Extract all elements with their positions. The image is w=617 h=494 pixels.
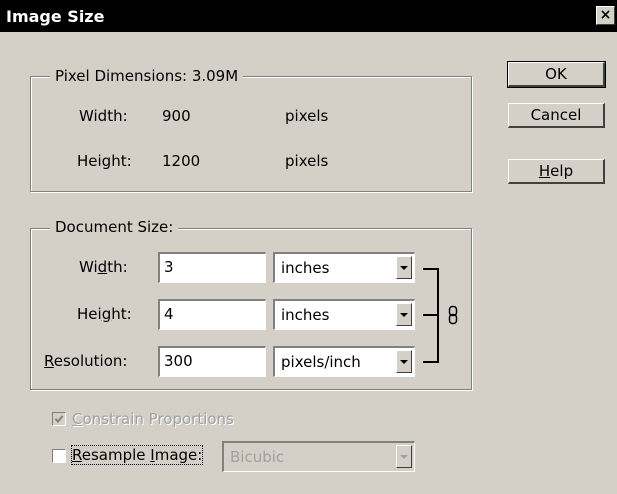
resolution-label: Resolution: [44,352,128,370]
help-button[interactable]: Help [508,159,605,184]
doc-width-unit-select[interactable]: inches [273,252,415,283]
resolution-input[interactable]: 300 [158,346,266,377]
constrain-proportions-label: Constrain Proportions [72,410,234,428]
doc-width-unit-value: inches [281,259,330,277]
doc-height-unit-value: inches [281,306,330,324]
doc-width-input[interactable]: 3 [158,252,266,283]
close-button[interactable]: × [596,6,615,25]
pixel-dimensions-group [30,76,472,192]
resample-image-label: Resample Image: [70,445,204,465]
link-chain-icon [448,305,458,325]
pixel-dimensions-legend: Pixel Dimensions: 3.09M [50,67,244,85]
link-bracket-middle [423,314,439,316]
pixel-width-value: 900 [162,107,191,125]
chevron-down-icon[interactable] [396,256,412,279]
resample-method-value: Bicubic [230,448,285,466]
pixel-height-label: Height: [77,152,132,170]
pixel-height-unit: pixels [285,152,329,170]
doc-height-input[interactable]: 4 [158,299,266,330]
doc-width-label: Width: [79,258,128,276]
document-size-legend: Document Size: [50,218,179,236]
title-bar[interactable]: Image Size × [0,0,617,32]
chevron-down-icon[interactable] [396,303,412,326]
resample-image-checkbox[interactable] [52,449,66,463]
window-title: Image Size [6,7,105,26]
pixel-width-label: Width: [79,107,128,125]
resolution-unit-select[interactable]: pixels/inch [273,346,415,377]
pixel-height-value: 1200 [162,152,201,170]
chevron-down-icon[interactable] [396,350,412,373]
ok-button[interactable]: OK [507,61,606,88]
doc-height-unit-select[interactable]: inches [273,299,415,330]
resample-method-select[interactable]: Bicubic [222,441,415,472]
constrain-proportions-checkbox[interactable] [52,412,66,426]
chevron-down-icon[interactable] [396,445,412,468]
pixel-width-unit: pixels [285,107,329,125]
link-bracket-bottom [423,361,439,363]
resolution-unit-value: pixels/inch [281,353,361,371]
cancel-button[interactable]: Cancel [508,103,605,128]
doc-height-label: Height: [77,305,132,323]
